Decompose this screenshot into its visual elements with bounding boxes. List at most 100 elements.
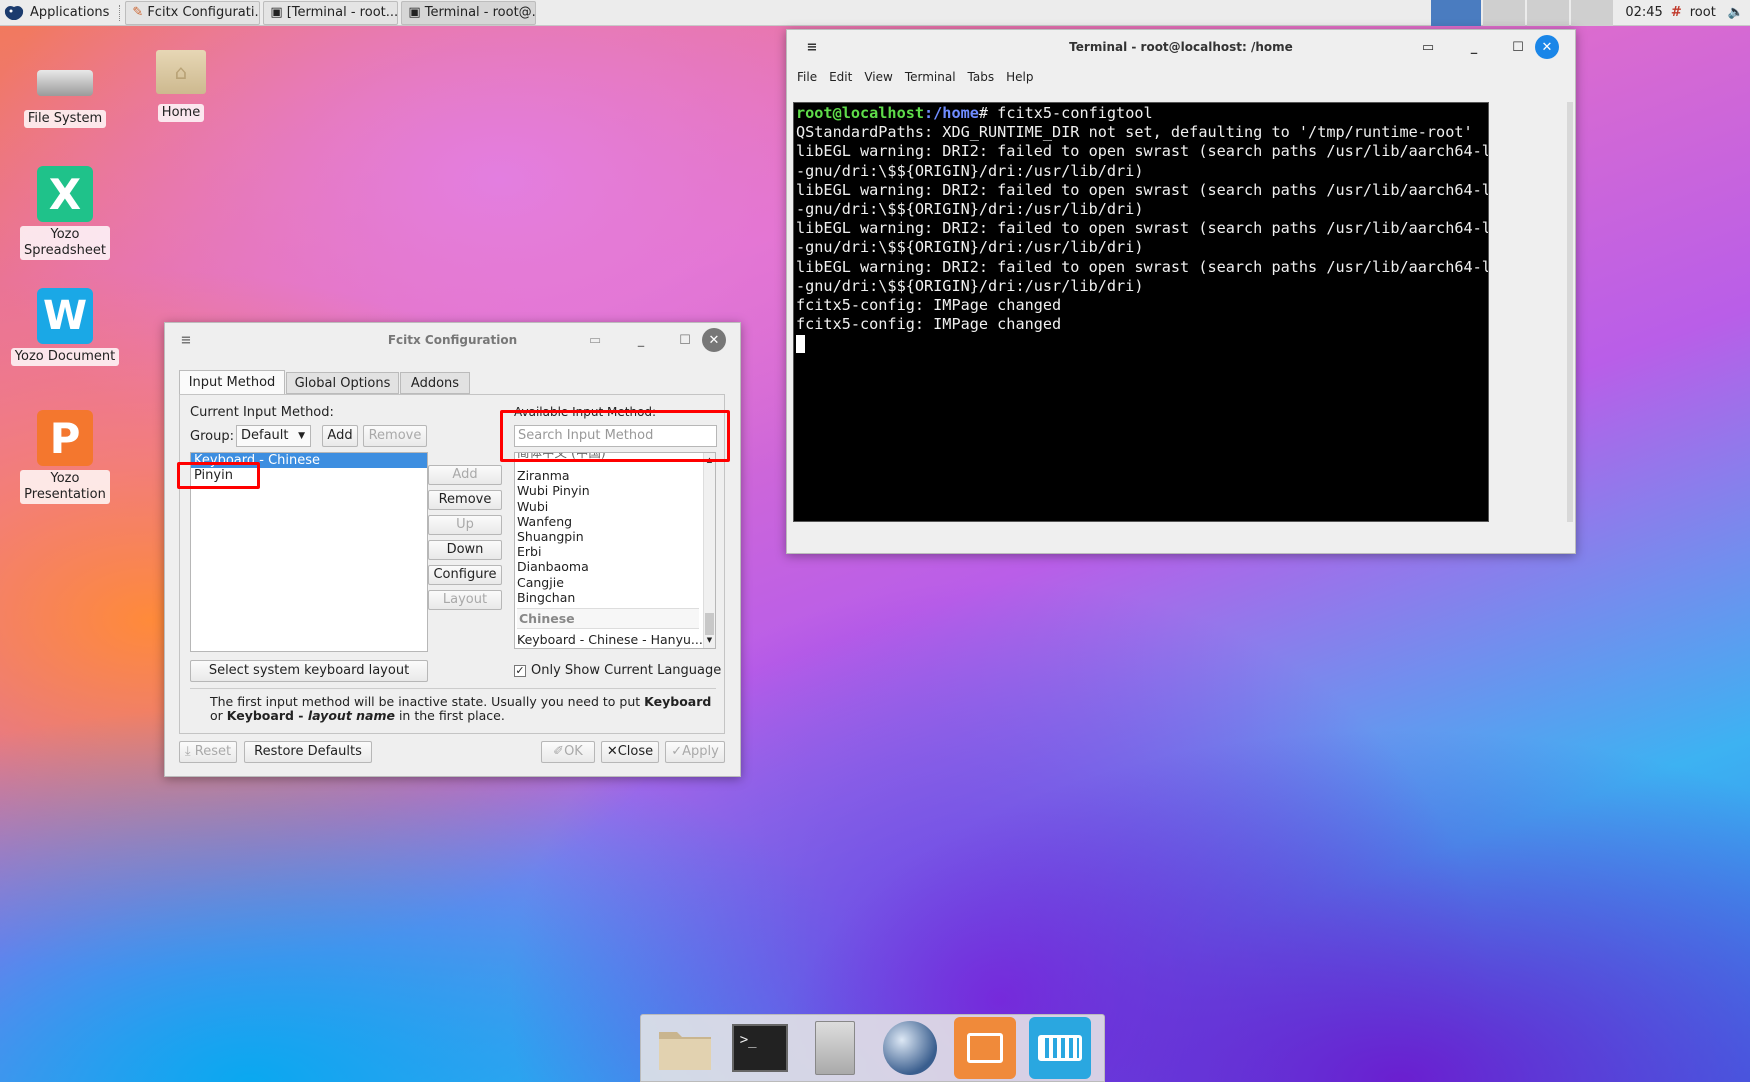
available-input-list[interactable]: 简体中文 (中国) Ziranma Wubi Pinyin Wubi Wanfe… <box>514 452 716 649</box>
menu-view[interactable]: View <box>864 70 892 84</box>
list-item[interactable]: Dianbaoma <box>517 559 715 574</box>
note-text: The first input method will be inactive … <box>210 694 645 709</box>
scroll-thumb[interactable] <box>705 613 714 635</box>
current-input-list[interactable]: Keyboard - Chinese Pinyin <box>190 452 428 652</box>
fcitx-titlebar[interactable]: ≡ Fcitx Configuration ▭ _ ☐ ✕ <box>165 323 740 357</box>
task-terminal-2[interactable]: ▣ Terminal - root@... <box>401 0 537 25</box>
file-cabinet-icon[interactable] <box>804 1017 866 1079</box>
move-up-button[interactable]: Up <box>428 515 502 535</box>
chevron-down-icon: ▼ <box>298 431 305 441</box>
list-item[interactable]: 简体中文 (中国) <box>517 453 715 460</box>
close-icon[interactable]: ✕ <box>702 328 726 352</box>
desktop-icon-yozo-presentation[interactable]: P Yozo Presentation <box>10 410 120 504</box>
list-scrollbar[interactable]: ▲ ▼ <box>703 453 715 648</box>
list-item[interactable]: Shuangpin <box>517 529 715 544</box>
task-fcitx[interactable]: ✎ Fcitx Configurati... <box>125 0 261 25</box>
volume-icon[interactable]: 🔈 <box>1722 0 1750 26</box>
tab-input-method[interactable]: Input Method <box>179 370 285 394</box>
desktop-icon-yozo-document[interactable]: W Yozo Document <box>10 288 120 366</box>
output-line: libEGL warning: DRI2: failed to open swr… <box>796 257 1489 276</box>
clock[interactable]: 02:45 <box>1619 0 1668 26</box>
task-terminal-1[interactable]: ▣ [Terminal - root... <box>263 0 399 25</box>
menu-help[interactable]: Help <box>1006 70 1033 84</box>
output-line: libEGL warning: DRI2: failed to open swr… <box>796 219 1489 238</box>
group-remove-button[interactable]: Remove <box>363 425 427 447</box>
keyboard-icon[interactable] <box>1029 1017 1092 1079</box>
separator <box>190 688 716 689</box>
terminal-icon[interactable]: >_ <box>729 1017 791 1079</box>
list-item[interactable]: Erbi <box>517 544 715 559</box>
group-dropdown[interactable]: Default ▼ <box>236 425 311 447</box>
tab-addons[interactable]: Addons <box>400 372 470 394</box>
minimize-icon[interactable]: _ <box>630 329 652 351</box>
select-keyboard-layout-button[interactable]: Select system keyboard layout <box>190 660 428 682</box>
move-down-button[interactable]: Down <box>428 540 502 560</box>
desktop-icon-filesystem[interactable]: File System <box>10 50 120 128</box>
menu-tabs[interactable]: Tabs <box>968 70 995 84</box>
desktop-icon-yozo-spreadsheet[interactable]: X Yozo Spreadsheet <box>10 166 120 260</box>
list-item[interactable]: Pinyin <box>191 468 427 484</box>
menu-edit[interactable]: Edit <box>829 70 852 84</box>
minimize-icon[interactable]: _ <box>1463 36 1485 58</box>
file-manager-icon[interactable] <box>654 1017 716 1079</box>
output-line: -gnu/dri:\$${ORIGIN}/dri:/usr/lib/dri) <box>796 161 1144 180</box>
menu-terminal[interactable]: Terminal <box>905 70 956 84</box>
list-item[interactable]: Keyboard - Chinese <box>191 453 427 468</box>
search-input-method[interactable]: Search Input Method <box>514 425 717 447</box>
terminal-scrollbar[interactable] <box>1567 102 1573 522</box>
applications-menu[interactable]: Applications <box>0 0 115 26</box>
output-line: -gnu/dri:\$${ORIGIN}/dri:/usr/lib/dri) <box>796 238 1144 257</box>
dock: >_ <box>640 1014 1105 1082</box>
output-line: libEGL warning: DRI2: failed to open swr… <box>796 180 1489 199</box>
add-input-method-button[interactable]: Add <box>428 465 502 485</box>
workspace-2[interactable] <box>1483 0 1526 26</box>
archive-box-icon <box>967 1033 1004 1063</box>
list-item[interactable]: Keyboard - Chinese - Hanyu... <box>517 632 715 647</box>
tab-global-options[interactable]: Global Options <box>286 372 399 394</box>
user-menu[interactable]: root <box>1684 0 1722 26</box>
note-bold: Keyboard - <box>226 708 308 723</box>
terminal-titlebar[interactable]: ≡ Terminal - root@localhost: /home ▭ _ ☐… <box>787 30 1575 64</box>
desktop-icon-label: Home <box>157 104 205 122</box>
maximize-icon[interactable]: ☐ <box>1507 36 1529 58</box>
note-text: or <box>210 708 227 723</box>
configure-button[interactable]: Configure <box>428 565 502 585</box>
terminal-output[interactable]: root@localhost:/home# fcitx5-configtool Q… <box>793 102 1489 522</box>
input-method-page: Current Input Method: Group: Default ▼ Ad… <box>179 394 725 734</box>
scroll-down-icon[interactable]: ▼ <box>704 633 715 648</box>
close-button[interactable]: ✕Close <box>601 741 659 763</box>
list-item[interactable]: Ziranma <box>517 468 715 483</box>
window-menu-icon[interactable]: ≡ <box>801 36 823 58</box>
fcitx-task-icon: ✎ <box>132 5 144 20</box>
workspace-3[interactable] <box>1527 0 1570 26</box>
menu-file[interactable]: File <box>797 70 817 84</box>
ok-button[interactable]: ✐OK <box>541 741 595 763</box>
layout-button[interactable]: Layout <box>428 590 502 610</box>
web-browser-icon[interactable] <box>879 1017 941 1079</box>
window-menu-icon[interactable]: ≡ <box>175 329 197 351</box>
list-item[interactable]: Cangjie <box>517 575 715 590</box>
desktop-icon-home[interactable]: ⌂ Home <box>126 50 236 122</box>
workspace-4[interactable] <box>1571 0 1614 26</box>
shade-icon[interactable]: ▭ <box>1417 36 1439 58</box>
list-item[interactable]: Wubi Pinyin <box>517 483 715 498</box>
archive-icon[interactable] <box>954 1017 1017 1079</box>
shade-icon[interactable]: ▭ <box>584 329 606 351</box>
scroll-up-icon[interactable]: ▲ <box>704 453 715 468</box>
yozo-spreadsheet-icon: X <box>37 166 93 222</box>
apply-button[interactable]: ✓Apply <box>665 741 725 763</box>
group-add-button[interactable]: Add <box>322 425 358 447</box>
restore-defaults-button[interactable]: Restore Defaults <box>244 741 372 763</box>
list-group-header: Chinese <box>517 608 699 630</box>
list-item[interactable]: Wanfeng <box>517 514 715 529</box>
list-item[interactable]: Wubi <box>517 499 715 514</box>
maximize-icon[interactable]: ☐ <box>674 329 696 351</box>
only-show-current-checkbox[interactable]: ✓ Only Show Current Language <box>514 663 721 678</box>
cabinet-drawers-icon <box>814 1021 855 1075</box>
close-icon[interactable]: ✕ <box>1535 35 1559 59</box>
reset-button[interactable]: ⤓ Reset <box>179 741 237 763</box>
list-item[interactable]: Bingchan <box>517 590 715 605</box>
workspace-1[interactable] <box>1431 0 1482 26</box>
remove-input-method-button[interactable]: Remove <box>428 490 502 510</box>
input-method-icon[interactable]: # <box>1669 0 1684 26</box>
